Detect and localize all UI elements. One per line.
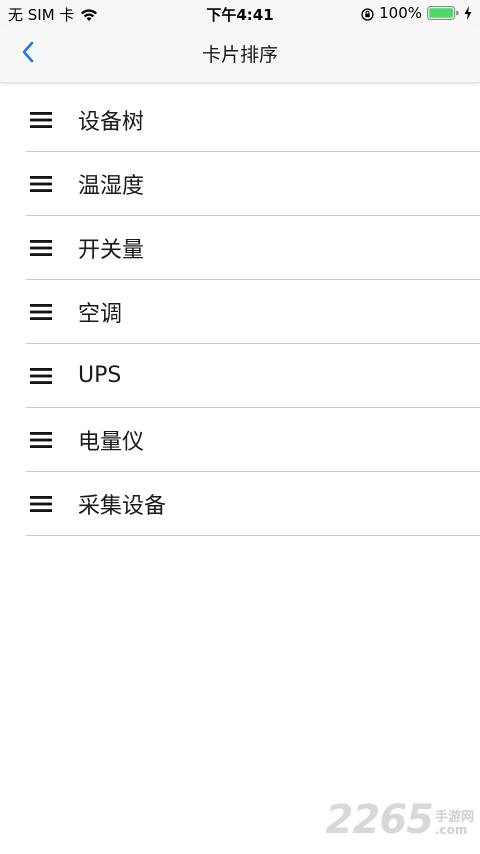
card-sort-list: 设备树 温湿度 开关量 空调 UPS 电量仪 采集设备 — [26, 88, 480, 536]
battery-icon — [427, 6, 459, 20]
charging-bolt-icon — [464, 6, 472, 20]
card-item-temperature-humidity[interactable]: 温湿度 — [26, 152, 480, 216]
card-item-ups[interactable]: UPS — [26, 344, 480, 408]
watermark-side: 手游网 .com — [435, 811, 474, 836]
card-item-label: 空调 — [78, 301, 123, 327]
drag-handle-icon[interactable] — [30, 431, 52, 449]
orientation-lock-icon — [361, 7, 374, 21]
card-item-label: 电量仪 — [78, 429, 145, 455]
drag-handle-icon[interactable] — [30, 175, 52, 193]
card-item-label: 采集设备 — [78, 493, 167, 519]
card-item-power-meter[interactable]: 电量仪 — [26, 408, 480, 472]
drag-handle-icon[interactable] — [30, 239, 52, 257]
card-item-label: 温湿度 — [78, 173, 145, 199]
drag-handle-icon[interactable] — [30, 111, 52, 129]
drag-handle-icon[interactable] — [30, 303, 52, 321]
status-right: 100% — [361, 4, 472, 22]
battery-percent: 100% — [379, 4, 422, 22]
card-item-acquisition-device[interactable]: 采集设备 — [26, 472, 480, 536]
card-item-device-tree[interactable]: 设备树 — [26, 88, 480, 152]
card-item-label: 设备树 — [78, 109, 145, 135]
navigation-bar: 卡片排序 — [0, 26, 480, 83]
watermark-domain: .com — [434, 823, 468, 837]
drag-handle-icon[interactable] — [30, 367, 52, 385]
watermark-digits: 2265 — [325, 797, 434, 843]
status-bar: 无 SIM 卡 下午4:41 100% — [0, 0, 480, 26]
drag-handle-icon[interactable] — [30, 495, 52, 513]
card-item-air-conditioner[interactable]: 空调 — [26, 280, 480, 344]
card-item-switch-quantity[interactable]: 开关量 — [26, 216, 480, 280]
card-item-label: 开关量 — [78, 237, 145, 263]
watermark-logo: 2265 手游网 .com — [326, 800, 474, 840]
card-item-label: UPS — [78, 363, 122, 388]
page-title: 卡片排序 — [201, 44, 278, 66]
